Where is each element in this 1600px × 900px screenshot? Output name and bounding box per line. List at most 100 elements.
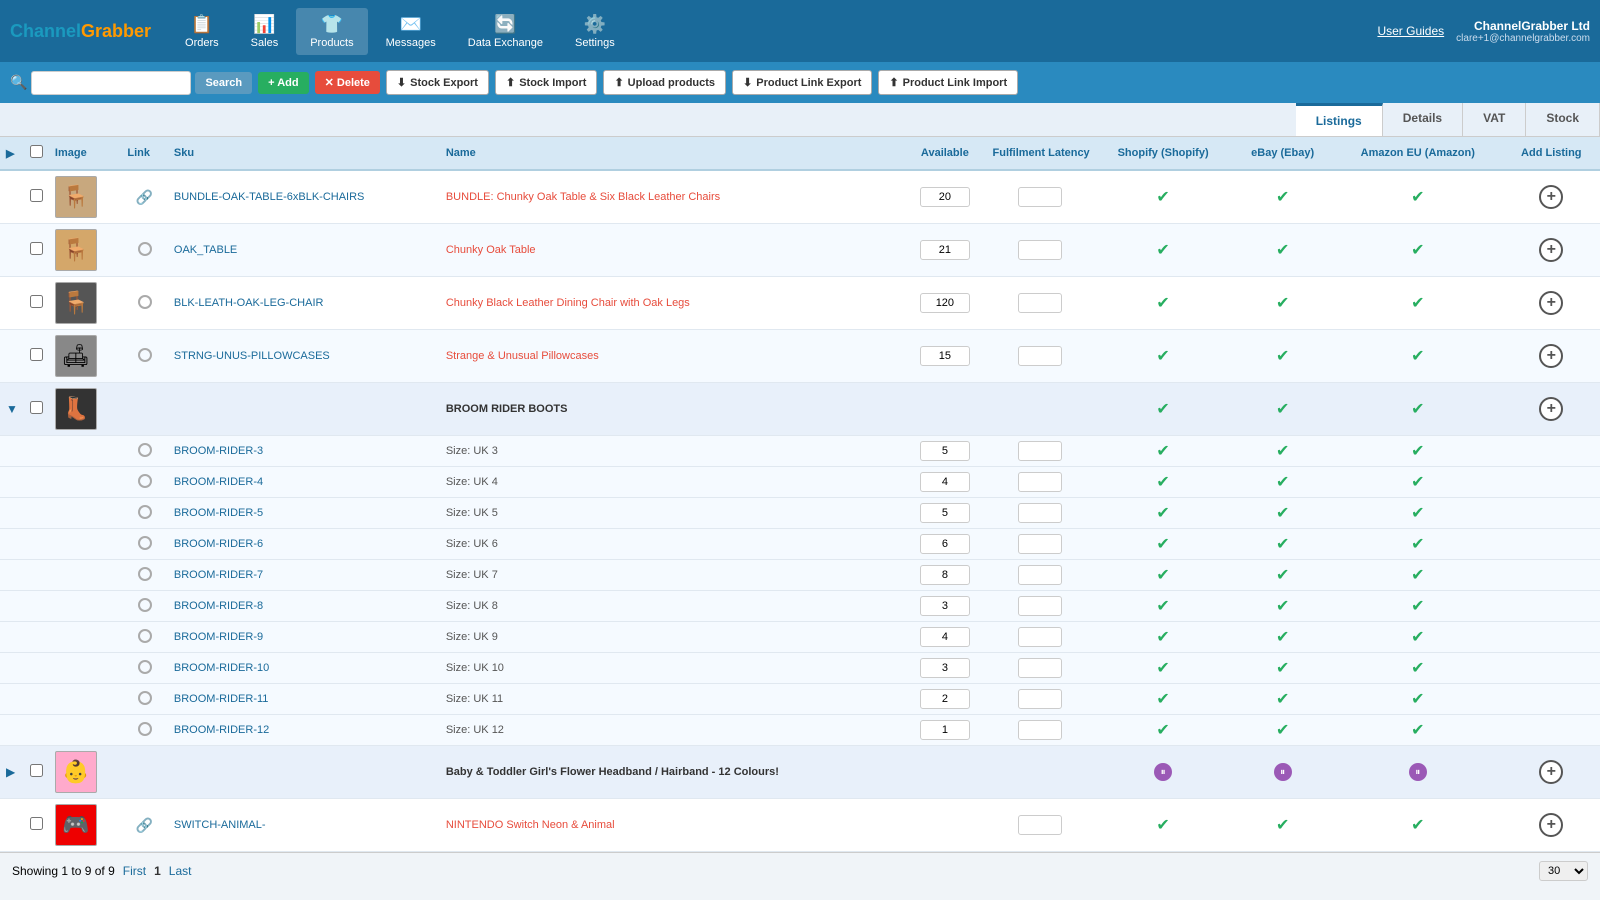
fulfilment-input[interactable] bbox=[1018, 596, 1062, 616]
available-input[interactable] bbox=[920, 565, 970, 585]
fulfilment-input[interactable] bbox=[1018, 187, 1062, 207]
search-button[interactable]: Search bbox=[195, 72, 252, 94]
nav-settings[interactable]: ⚙️ Settings bbox=[561, 8, 629, 55]
row-fulfilment-cell[interactable] bbox=[987, 224, 1094, 277]
row-available-cell[interactable] bbox=[903, 653, 986, 684]
row-available-cell[interactable] bbox=[903, 560, 986, 591]
row-checkbox[interactable] bbox=[30, 242, 43, 255]
app-logo[interactable]: ChannelGrabber bbox=[10, 21, 151, 42]
fulfilment-input[interactable] bbox=[1018, 293, 1062, 313]
row-fulfilment-cell[interactable] bbox=[987, 170, 1094, 224]
row-add-listing-cell[interactable]: + bbox=[1503, 746, 1600, 799]
fulfilment-input[interactable] bbox=[1018, 534, 1062, 554]
fulfilment-input[interactable] bbox=[1018, 627, 1062, 647]
stock-import-button[interactable]: ⬆ Stock Import bbox=[495, 70, 597, 95]
fulfilment-input[interactable] bbox=[1018, 720, 1062, 740]
row-available-cell[interactable] bbox=[903, 436, 986, 467]
available-input[interactable] bbox=[920, 346, 970, 366]
available-input[interactable] bbox=[920, 240, 970, 260]
row-fulfilment-cell[interactable] bbox=[987, 560, 1094, 591]
available-input[interactable] bbox=[920, 596, 970, 616]
nav-products[interactable]: 👕 Products bbox=[296, 8, 367, 55]
available-input[interactable] bbox=[920, 534, 970, 554]
nav-orders[interactable]: 📋 Orders bbox=[171, 8, 233, 55]
delete-button[interactable]: ✕ Delete bbox=[315, 71, 380, 94]
add-listing-button[interactable]: + bbox=[1539, 397, 1563, 421]
row-checkbox[interactable] bbox=[30, 348, 43, 361]
row-available-cell[interactable] bbox=[903, 799, 986, 852]
stock-export-button[interactable]: ⬇ Stock Export bbox=[386, 70, 489, 95]
row-available-cell[interactable] bbox=[903, 498, 986, 529]
fulfilment-input[interactable] bbox=[1018, 472, 1062, 492]
row-available-cell[interactable] bbox=[903, 684, 986, 715]
per-page-select[interactable]: 30 50 100 bbox=[1539, 861, 1588, 881]
add-button[interactable]: + Add bbox=[258, 72, 308, 94]
nav-sales[interactable]: 📊 Sales bbox=[237, 8, 293, 55]
tab-details[interactable]: Details bbox=[1383, 103, 1463, 136]
row-checkbox-cell[interactable] bbox=[24, 224, 49, 277]
available-input[interactable] bbox=[920, 441, 970, 461]
available-input[interactable] bbox=[920, 689, 970, 709]
row-fulfilment-cell[interactable] bbox=[987, 498, 1094, 529]
available-input[interactable] bbox=[920, 187, 970, 207]
row-fulfilment-cell[interactable] bbox=[987, 799, 1094, 852]
row-checkbox-cell[interactable] bbox=[24, 170, 49, 224]
row-available-cell[interactable] bbox=[903, 591, 986, 622]
row-fulfilment-cell[interactable] bbox=[987, 330, 1094, 383]
available-input[interactable] bbox=[920, 720, 970, 740]
nav-messages[interactable]: ✉️ Messages bbox=[372, 8, 450, 55]
add-listing-button[interactable]: + bbox=[1539, 291, 1563, 315]
fulfilment-input[interactable] bbox=[1018, 346, 1062, 366]
row-fulfilment-cell[interactable] bbox=[987, 591, 1094, 622]
add-listing-button[interactable]: + bbox=[1539, 760, 1563, 784]
fulfilment-input[interactable] bbox=[1018, 658, 1062, 678]
tab-vat[interactable]: VAT bbox=[1463, 103, 1526, 136]
product-link-import-button[interactable]: ⬆ Product Link Import bbox=[878, 70, 1018, 95]
tab-listings[interactable]: Listings bbox=[1296, 103, 1383, 136]
add-listing-button[interactable]: + bbox=[1539, 185, 1563, 209]
collapse-icon[interactable]: ▶ bbox=[6, 765, 15, 779]
row-fulfilment-cell[interactable] bbox=[987, 653, 1094, 684]
row-add-listing-cell[interactable]: + bbox=[1503, 224, 1600, 277]
available-input[interactable] bbox=[920, 627, 970, 647]
pagination-last[interactable]: Last bbox=[169, 864, 192, 878]
row-fulfilment-cell[interactable] bbox=[987, 436, 1094, 467]
available-input[interactable] bbox=[920, 503, 970, 523]
fulfilment-input[interactable] bbox=[1018, 815, 1062, 835]
select-all-checkbox[interactable] bbox=[30, 145, 43, 158]
row-checkbox-cell[interactable] bbox=[24, 799, 49, 852]
row-checkbox-cell[interactable] bbox=[24, 277, 49, 330]
fulfilment-input[interactable] bbox=[1018, 565, 1062, 585]
row-checkbox[interactable] bbox=[30, 295, 43, 308]
row-available-cell[interactable] bbox=[903, 170, 986, 224]
row-checkbox[interactable] bbox=[30, 764, 43, 777]
nav-data-exchange[interactable]: 🔄 Data Exchange bbox=[454, 8, 557, 55]
row-fulfilment-cell[interactable] bbox=[987, 529, 1094, 560]
row-available-cell[interactable] bbox=[903, 224, 986, 277]
row-available-cell[interactable] bbox=[903, 529, 986, 560]
row-available-cell[interactable] bbox=[903, 467, 986, 498]
row-checkbox-cell[interactable] bbox=[24, 383, 49, 436]
row-checkbox-cell[interactable] bbox=[24, 330, 49, 383]
row-add-listing-cell[interactable]: + bbox=[1503, 330, 1600, 383]
row-available-cell[interactable] bbox=[903, 330, 986, 383]
tab-stock[interactable]: Stock bbox=[1526, 103, 1600, 136]
row-add-listing-cell[interactable]: + bbox=[1503, 170, 1600, 224]
link-icon[interactable]: 🔗 bbox=[136, 817, 153, 833]
collapse-icon[interactable]: ▼ bbox=[6, 402, 18, 416]
row-fulfilment-cell[interactable] bbox=[987, 715, 1094, 746]
row-checkbox[interactable] bbox=[30, 401, 43, 414]
fulfilment-input[interactable] bbox=[1018, 689, 1062, 709]
link-icon[interactable]: 🔗 bbox=[136, 189, 153, 205]
user-guides-link[interactable]: User Guides bbox=[1377, 24, 1444, 38]
available-input[interactable] bbox=[920, 293, 970, 313]
product-link-export-button[interactable]: ⬇ Product Link Export bbox=[732, 70, 872, 95]
add-listing-button[interactable]: + bbox=[1539, 813, 1563, 837]
row-checkbox[interactable] bbox=[30, 189, 43, 202]
add-listing-button[interactable]: + bbox=[1539, 238, 1563, 262]
row-add-listing-cell[interactable]: + bbox=[1503, 277, 1600, 330]
search-input[interactable] bbox=[31, 71, 191, 95]
row-checkbox-cell[interactable] bbox=[24, 746, 49, 799]
available-input[interactable] bbox=[920, 472, 970, 492]
row-available-cell[interactable] bbox=[903, 622, 986, 653]
